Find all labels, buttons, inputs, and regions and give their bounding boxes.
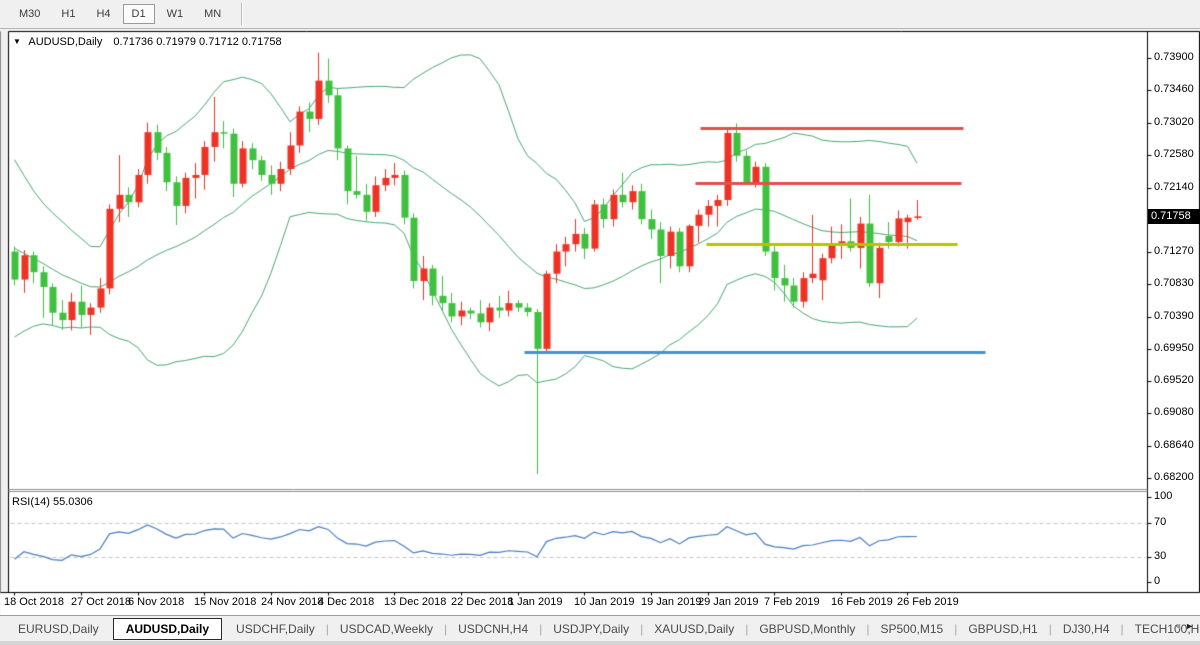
- tabbar-bottom-strip: [0, 641, 1200, 645]
- date-axis-label: 10 Jan 2019: [574, 596, 635, 608]
- timeframe-button-mn[interactable]: MN: [195, 4, 230, 24]
- date-axis-label: 19 Jan 2019: [641, 596, 702, 608]
- timeframe-button-d1[interactable]: D1: [123, 4, 155, 24]
- timeframe-button-w1[interactable]: W1: [158, 4, 193, 24]
- price-axis-tick-label: 0.71270: [1154, 245, 1194, 257]
- date-axis-label: 4 Dec 2018: [318, 596, 374, 608]
- chart-tab-bar: EURUSD,DailyAUDUSD,DailyUSDCHF,Daily|USD…: [0, 615, 1200, 641]
- date-axis-label: 29 Jan 2019: [698, 596, 759, 608]
- current-price-badge: 0.71758: [1148, 209, 1200, 224]
- chart-tab-xauusd-daily[interactable]: XAUUSD,Daily: [644, 619, 744, 639]
- timeframe-button-h1[interactable]: H1: [52, 4, 84, 24]
- tab-scroll-left-icon[interactable]: ◄: [1173, 621, 1185, 631]
- timeframe-toolbar: M30H1H4D1W1MN: [0, 0, 1200, 29]
- chart-tab-gbpusd-h1[interactable]: GBPUSD,H1: [958, 619, 1047, 639]
- date-axis-label: 18 Oct 2018: [4, 596, 64, 608]
- price-axis-tick-label: 0.72140: [1154, 181, 1194, 193]
- date-axis-label: 1 Jan 2019: [508, 596, 562, 608]
- date-axis-label: 24 Nov 2018: [261, 596, 323, 608]
- timeframe-button-m30[interactable]: M30: [10, 4, 49, 24]
- date-axis-label: 16 Feb 2019: [831, 596, 893, 608]
- chart-tab-eurusd-daily[interactable]: EURUSD,Daily: [8, 619, 109, 639]
- mt4-window: M30H1H4D1W1MN ▼ AUDUSD,Daily 0.71736 0.7…: [0, 0, 1200, 645]
- chart-ohlc-values: 0.71736 0.71979 0.71712 0.71758: [113, 36, 281, 48]
- date-axis-label: 6 Nov 2018: [128, 596, 184, 608]
- date-axis-label: 7 Feb 2019: [764, 596, 820, 608]
- chart-title: ▼ AUDUSD,Daily 0.71736 0.71979 0.71712 0…: [13, 36, 282, 48]
- rsi-indicator-label: RSI(14) 55.0306: [12, 496, 93, 508]
- rsi-axis-tick-label: 100: [1154, 490, 1172, 502]
- rsi-axis-tick-label: 30: [1154, 550, 1166, 562]
- date-axis-label: 27 Oct 2018: [71, 596, 131, 608]
- chart-symbol-label: AUDUSD,Daily: [28, 36, 102, 48]
- date-axis-label: 22 Dec 2018: [451, 596, 513, 608]
- chart-tab-audusd-daily[interactable]: AUDUSD,Daily: [113, 618, 222, 640]
- price-axis-tick-label: 0.69520: [1154, 374, 1194, 386]
- chart-tab-usdcad-weekly[interactable]: USDCAD,Weekly: [330, 619, 443, 639]
- price-axis-tick-label: 0.69080: [1154, 406, 1194, 418]
- price-axis-tick-label: 0.68200: [1154, 471, 1194, 483]
- chart-tab-usdjpy-daily[interactable]: USDJPY,Daily: [543, 619, 639, 639]
- timeframe-button-h4[interactable]: H4: [87, 4, 119, 24]
- price-axis-tick-label: 0.73460: [1154, 83, 1194, 95]
- price-axis-tick-label: 0.68640: [1154, 439, 1194, 451]
- price-axis-tick-label: 0.72580: [1154, 148, 1194, 160]
- price-axis-tick-label: 0.73900: [1154, 51, 1194, 63]
- chart-tab-usdchf-daily[interactable]: USDCHF,Daily: [226, 619, 325, 639]
- chart-tab-usdcnh-h4[interactable]: USDCNH,H4: [448, 619, 538, 639]
- chart-tab-sp500-m15[interactable]: SP500,M15: [871, 619, 954, 639]
- tab-scroll-arrows: ◄►: [1173, 621, 1197, 631]
- chart-tab-gbpusd-monthly[interactable]: GBPUSD,Monthly: [749, 619, 865, 639]
- toolbar-separator: [241, 3, 243, 25]
- price-axis-tick-label: 0.70830: [1154, 277, 1194, 289]
- price-axis-tick-label: 0.73020: [1154, 116, 1194, 128]
- date-axis-label: 26 Feb 2019: [897, 596, 959, 608]
- chart-tab-dj30-h4[interactable]: DJ30,H4: [1053, 619, 1120, 639]
- rsi-axis-tick-label: 0: [1154, 575, 1160, 587]
- price-axis-tick-label: 0.69950: [1154, 342, 1194, 354]
- date-axis-label: 15 Nov 2018: [194, 596, 256, 608]
- date-axis-label: 13 Dec 2018: [384, 596, 446, 608]
- tab-scroll-right-icon[interactable]: ►: [1185, 621, 1197, 631]
- price-axis-tick-label: 0.70390: [1154, 310, 1194, 322]
- rsi-axis-tick-label: 70: [1154, 516, 1166, 528]
- price-chart-canvas[interactable]: [0, 0, 1200, 645]
- chart-dropdown-triangle-icon[interactable]: ▼: [13, 37, 21, 46]
